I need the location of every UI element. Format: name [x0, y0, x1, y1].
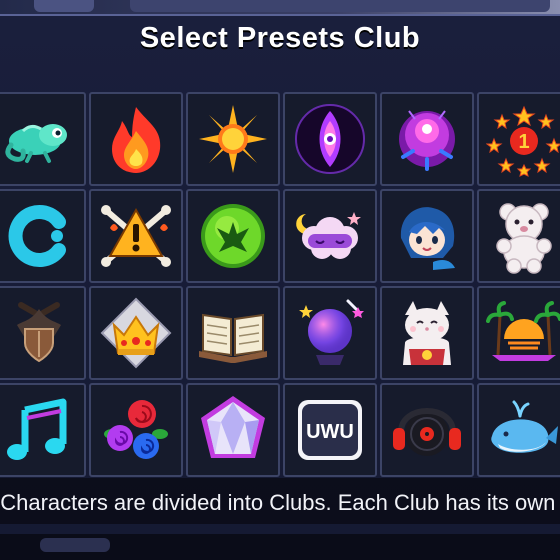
club-cell-sunset-palms[interactable] — [477, 286, 560, 380]
top-tab — [130, 0, 550, 12]
club-cell-lucky-cat[interactable] — [380, 286, 474, 380]
club-cell-sleep-mask[interactable] — [283, 189, 377, 283]
club-cell-whale[interactable] — [477, 383, 560, 477]
lucky-cat-icon — [403, 301, 451, 365]
chameleon-icon — [5, 124, 67, 163]
club-description: t Characters are divided into Clubs. Eac… — [0, 490, 560, 515]
roses-icon — [104, 400, 168, 459]
club-cell-mystic-eye[interactable] — [283, 92, 377, 186]
club-cell-open-book[interactable] — [186, 286, 280, 380]
club-cell-headphones[interactable] — [380, 383, 474, 477]
club-cell-uwu[interactable]: UWU — [283, 383, 377, 477]
uwu-label: UWU — [306, 421, 354, 443]
club-cell-chameleon[interactable] — [0, 92, 86, 186]
anime-girl-icon — [400, 207, 455, 270]
flame-icon — [112, 107, 161, 173]
open-book-icon — [199, 313, 267, 363]
mystic-eye-icon — [295, 104, 365, 174]
shield-icon — [17, 302, 61, 363]
club-cell-c-logo[interactable] — [0, 189, 86, 283]
danger-warning-icon — [101, 205, 171, 267]
club-cell-music-notes[interactable] — [0, 383, 86, 477]
sun-icon — [199, 105, 267, 173]
music-notes-icon — [7, 398, 67, 460]
club-cell-sun[interactable] — [186, 92, 280, 186]
club-cell-danger[interactable] — [89, 189, 183, 283]
club-cell-flame[interactable] — [89, 92, 183, 186]
headphones-record-icon — [393, 408, 461, 456]
bottom-button[interactable] — [40, 538, 110, 552]
sleep-mask-cloud-icon — [296, 212, 361, 259]
crystal-ball-icon — [299, 299, 364, 365]
svg-text:1: 1 — [518, 131, 529, 153]
first-place-stars-icon: 1 — [486, 105, 560, 177]
club-cell-teddy-bear[interactable] — [477, 189, 560, 283]
club-cell-crystal-ball[interactable] — [283, 286, 377, 380]
crown-icon — [100, 297, 172, 369]
bottom-bar — [0, 534, 560, 560]
club-cell-crystal-gem[interactable] — [186, 383, 280, 477]
sunset-palms-icon — [486, 301, 560, 361]
club-cell-dragon[interactable] — [186, 189, 280, 283]
uwu-badge-icon: UWU — [298, 400, 362, 460]
club-cell-first-place[interactable]: 1 — [477, 92, 560, 186]
c-logo-icon — [8, 205, 66, 267]
top-tab — [34, 0, 94, 12]
dragon-emblem-icon — [201, 204, 265, 268]
whale-icon — [491, 400, 558, 453]
top-strip — [0, 0, 560, 14]
dialog-title: Select Presets Club — [139, 22, 421, 54]
club-cell-crown[interactable] — [89, 286, 183, 380]
crystal-gem-icon — [201, 396, 265, 458]
club-grid: 1 UWU — [0, 92, 560, 477]
club-cell-magic-orb[interactable] — [380, 92, 474, 186]
club-cell-roses[interactable] — [89, 383, 183, 477]
magic-orb-icon — [399, 110, 455, 171]
club-cell-shield[interactable] — [0, 286, 86, 380]
club-cell-anime-girl[interactable] — [380, 189, 474, 283]
teddy-bear-icon — [496, 203, 552, 274]
